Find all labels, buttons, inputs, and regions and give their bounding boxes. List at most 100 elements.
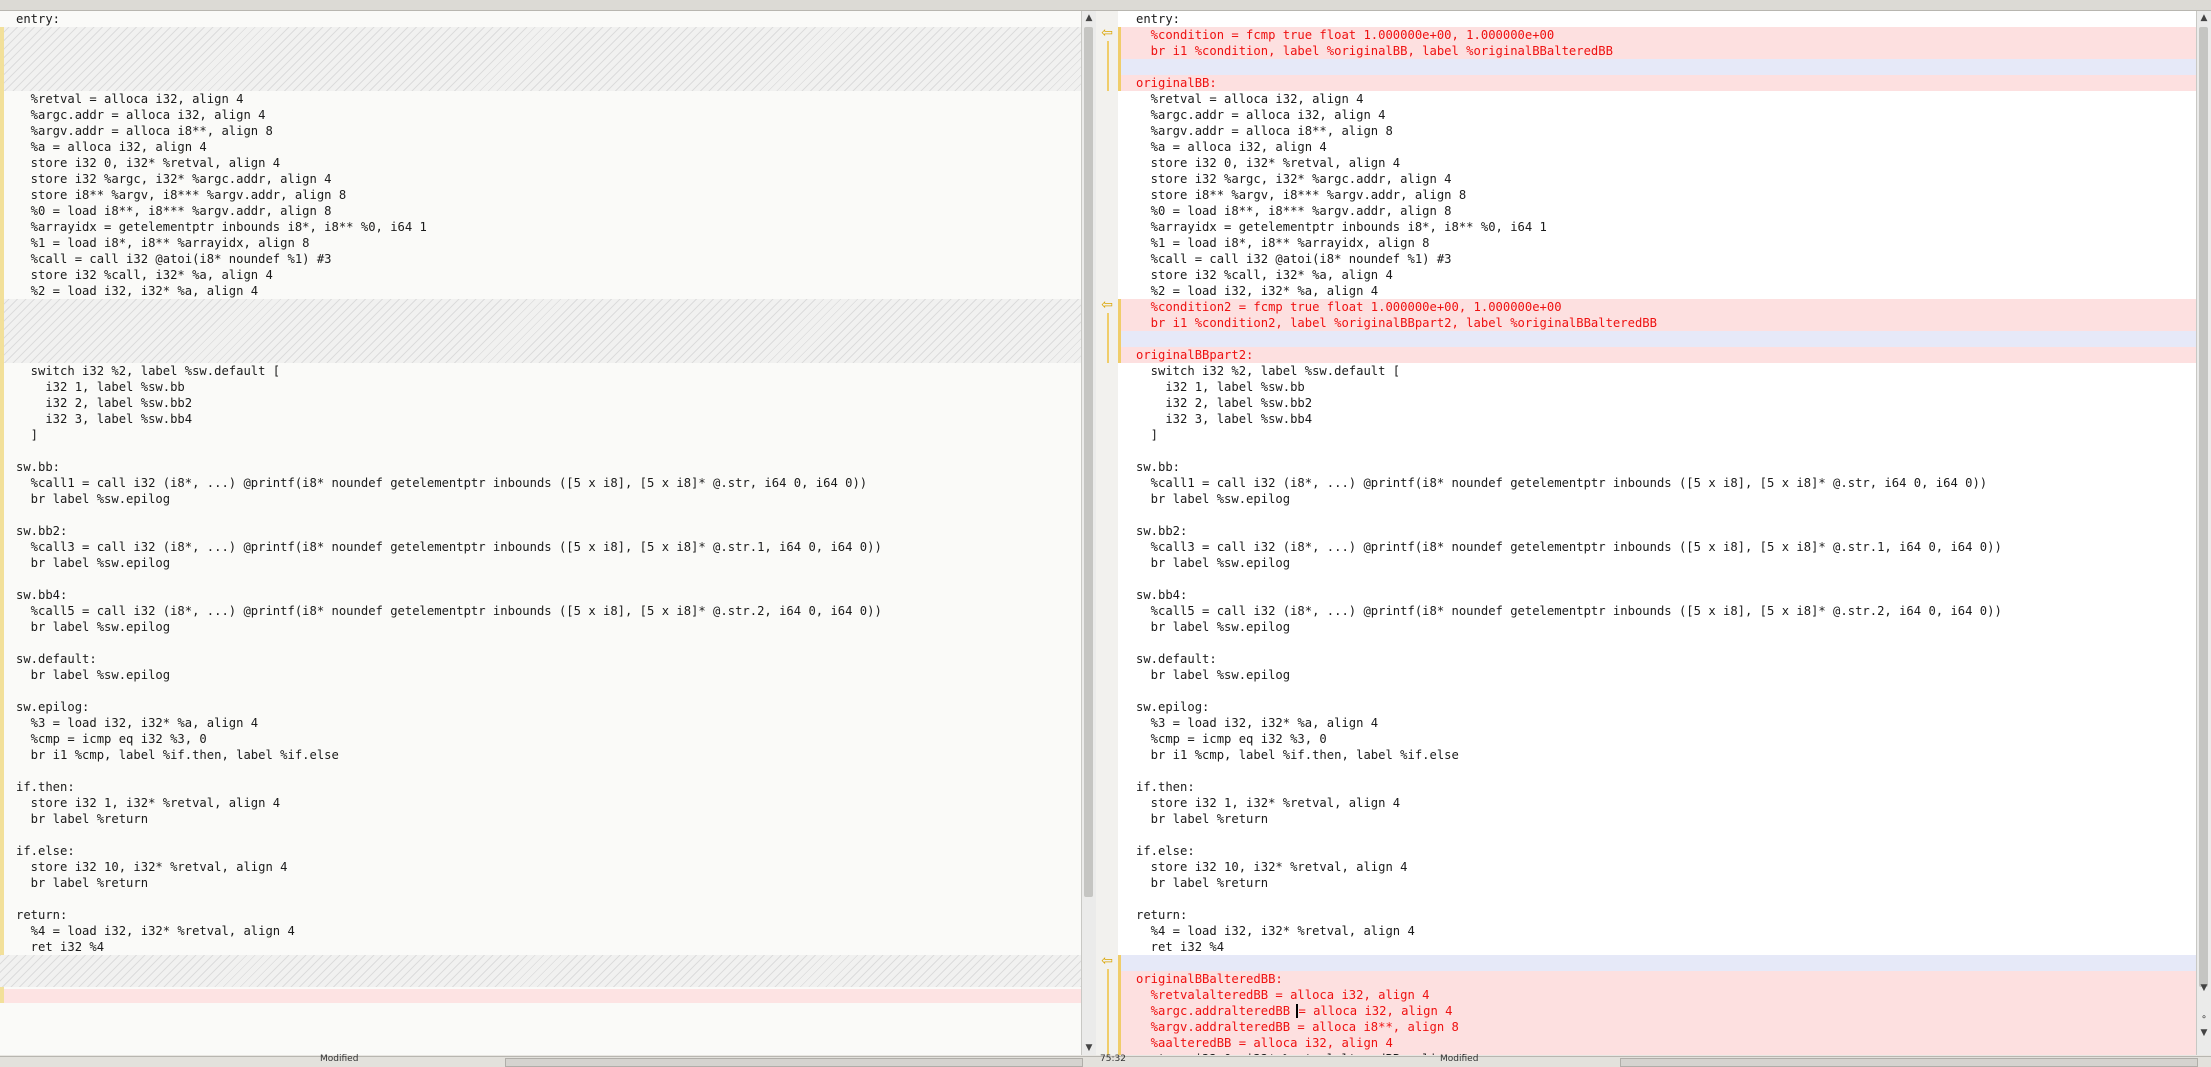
code-line[interactable]: store i32 1, i32* %retval, align 4 xyxy=(1118,795,2196,811)
code-line[interactable]: ret i32 %4 xyxy=(0,939,1081,955)
code-line[interactable]: store i32 %call, i32* %a, align 4 xyxy=(1118,267,2196,283)
code-line[interactable]: br label %return xyxy=(0,875,1081,891)
code-line[interactable]: switch i32 %2, label %sw.default [ xyxy=(1118,363,2196,379)
block-label[interactable]: sw.bb2: xyxy=(0,523,1081,539)
code-line[interactable]: br label %sw.epilog xyxy=(0,619,1081,635)
block-label[interactable]: sw.epilog: xyxy=(0,699,1081,715)
code-line[interactable]: %argc.addralteredBB = alloca i32, align … xyxy=(1118,1003,2196,1019)
code-line[interactable]: %a = alloca i32, align 4 xyxy=(0,139,1081,155)
scroll-up-arrow-icon[interactable]: ▲ xyxy=(1082,11,1096,25)
code-line[interactable] xyxy=(1118,331,2196,347)
code-line[interactable]: i32 3, label %sw.bb4 xyxy=(0,411,1081,427)
code-line[interactable]: store i8** %argv, i8*** %argv.addr, alig… xyxy=(1118,187,2196,203)
block-label[interactable]: sw.bb: xyxy=(1118,459,2196,475)
block-label[interactable]: originalBBalteredBB: xyxy=(1118,971,2196,987)
code-line[interactable] xyxy=(0,59,1081,75)
code-line[interactable]: br label %return xyxy=(1118,875,2196,891)
code-line[interactable]: %condition = fcmp true float 1.000000e+0… xyxy=(1118,27,2196,43)
block-label[interactable]: if.else: xyxy=(1118,843,2196,859)
code-line[interactable]: i32 1, label %sw.bb xyxy=(1118,379,2196,395)
code-line[interactable] xyxy=(0,635,1081,651)
right-file-pane[interactable]: entry: %condition = fcmp true float 1.00… xyxy=(1118,11,2196,1055)
code-line[interactable] xyxy=(1118,571,2196,587)
code-line[interactable]: br label %sw.epilog xyxy=(0,491,1081,507)
code-line[interactable]: br i1 %condition2, label %originalBBpart… xyxy=(1118,315,2196,331)
block-label[interactable]: if.then: xyxy=(0,779,1081,795)
block-label[interactable]: sw.bb4: xyxy=(1118,587,2196,603)
code-line[interactable]: %call3 = call i32 (i8*, ...) @printf(i8*… xyxy=(0,539,1081,555)
block-label[interactable]: entry: xyxy=(0,11,1081,27)
code-line[interactable]: switch i32 %2, label %sw.default [ xyxy=(0,363,1081,379)
code-line[interactable]: %retvalalteredBB = alloca i32, align 4 xyxy=(1118,987,2196,1003)
left-file-pane[interactable]: entry: %retval = alloca i32, align 4 %ar… xyxy=(0,11,1081,1055)
code-line[interactable] xyxy=(1118,763,2196,779)
code-line[interactable] xyxy=(0,331,1081,347)
code-line[interactable]: br label %sw.epilog xyxy=(0,555,1081,571)
code-line[interactable]: %1 = load i8*, i8** %arrayidx, align 8 xyxy=(1118,235,2196,251)
code-line[interactable]: %1 = load i8*, i8** %arrayidx, align 8 xyxy=(0,235,1081,251)
code-line[interactable]: %call = call i32 @atoi(i8* noundef %1) #… xyxy=(0,251,1081,267)
code-line[interactable]: br label %sw.epilog xyxy=(1118,491,2196,507)
code-line[interactable]: br label %sw.epilog xyxy=(1118,619,2196,635)
code-line[interactable] xyxy=(0,827,1081,843)
block-label[interactable]: sw.epilog: xyxy=(1118,699,2196,715)
code-line[interactable]: store i32 %argc, i32* %argc.addr, align … xyxy=(1118,171,2196,187)
code-line[interactable]: %cmp = icmp eq i32 %3, 0 xyxy=(0,731,1081,747)
code-line[interactable] xyxy=(0,299,1081,315)
code-line[interactable] xyxy=(0,443,1081,459)
code-line[interactable]: br label %return xyxy=(0,811,1081,827)
block-label[interactable]: sw.default: xyxy=(1118,651,2196,667)
code-line[interactable] xyxy=(0,315,1081,331)
code-line[interactable]: %0 = load i8**, i8*** %argv.addr, align … xyxy=(0,203,1081,219)
code-line[interactable]: store i32 1, i32* %retval, align 4 xyxy=(0,795,1081,811)
code-line[interactable]: store i8** %argv, i8*** %argv.addr, alig… xyxy=(0,187,1081,203)
code-line[interactable]: %condition2 = fcmp true float 1.000000e+… xyxy=(1118,299,2196,315)
code-line[interactable]: %3 = load i32, i32* %a, align 4 xyxy=(1118,715,2196,731)
code-line[interactable] xyxy=(0,347,1081,363)
code-line[interactable] xyxy=(0,507,1081,523)
block-label[interactable]: return: xyxy=(0,907,1081,923)
code-line[interactable]: %cmp = icmp eq i32 %3, 0 xyxy=(1118,731,2196,747)
code-line[interactable] xyxy=(0,763,1081,779)
code-line[interactable]: store i32 10, i32* %retval, align 4 xyxy=(0,859,1081,875)
code-line[interactable]: %call3 = call i32 (i8*, ...) @printf(i8*… xyxy=(1118,539,2196,555)
code-line[interactable]: %3 = load i32, i32* %a, align 4 xyxy=(0,715,1081,731)
code-line[interactable]: %4 = load i32, i32* %retval, align 4 xyxy=(0,923,1081,939)
code-line[interactable]: %call1 = call i32 (i8*, ...) @printf(i8*… xyxy=(1118,475,2196,491)
block-label[interactable]: sw.default: xyxy=(0,651,1081,667)
code-line[interactable]: %0 = load i8**, i8*** %argv.addr, align … xyxy=(1118,203,2196,219)
code-line[interactable]: br i1 %cmp, label %if.then, label %if.el… xyxy=(1118,747,2196,763)
merge-arrow-icon[interactable]: ⇦ xyxy=(1099,26,1115,40)
block-label[interactable]: return: xyxy=(1118,907,2196,923)
code-line[interactable] xyxy=(0,571,1081,587)
code-line[interactable] xyxy=(1118,507,2196,523)
code-line[interactable]: %2 = load i32, i32* %a, align 4 xyxy=(0,283,1081,299)
code-line[interactable]: i32 1, label %sw.bb xyxy=(0,379,1081,395)
code-line[interactable]: i32 2, label %sw.bb2 xyxy=(1118,395,2196,411)
code-line[interactable]: store i32 %argc, i32* %argc.addr, align … xyxy=(0,171,1081,187)
code-line[interactable]: ] xyxy=(0,427,1081,443)
code-line[interactable]: %retval = alloca i32, align 4 xyxy=(1118,91,2196,107)
code-line[interactable]: %argc.addr = alloca i32, align 4 xyxy=(0,107,1081,123)
code-line[interactable]: store i32 %call, i32* %a, align 4 xyxy=(0,267,1081,283)
scroll-thumb[interactable] xyxy=(2199,27,2208,987)
code-line[interactable]: store i32 0, i32* %retval, align 4 xyxy=(0,155,1081,171)
code-line[interactable]: br label %return xyxy=(1118,811,2196,827)
block-label[interactable]: originalBB: xyxy=(1118,75,2196,91)
code-line[interactable]: %call5 = call i32 (i8*, ...) @printf(i8*… xyxy=(1118,603,2196,619)
code-line[interactable] xyxy=(1118,891,2196,907)
right-vertical-scrollbar[interactable]: ▲ ▼ ⚬ ▼ xyxy=(2196,11,2211,1055)
merge-arrow-icon[interactable]: ⇦ xyxy=(1099,954,1115,968)
code-line[interactable] xyxy=(1118,955,2196,971)
code-line[interactable]: br label %sw.epilog xyxy=(1118,555,2196,571)
left-vertical-scrollbar[interactable]: ▲ ▼ xyxy=(1081,11,1096,1055)
block-label[interactable]: if.else: xyxy=(0,843,1081,859)
scroll-down-arrow-icon[interactable]: ▼ xyxy=(2197,1026,2211,1040)
code-line[interactable] xyxy=(1118,635,2196,651)
scroll-up-arrow-icon[interactable]: ▲ xyxy=(2197,11,2211,25)
code-line[interactable]: %call5 = call i32 (i8*, ...) @printf(i8*… xyxy=(0,603,1081,619)
code-line[interactable] xyxy=(0,891,1081,907)
code-line[interactable]: ret i32 %4 xyxy=(1118,939,2196,955)
block-label[interactable]: sw.bb: xyxy=(0,459,1081,475)
scroll-down-arrow-icon[interactable]: ▼ xyxy=(1082,1041,1096,1055)
